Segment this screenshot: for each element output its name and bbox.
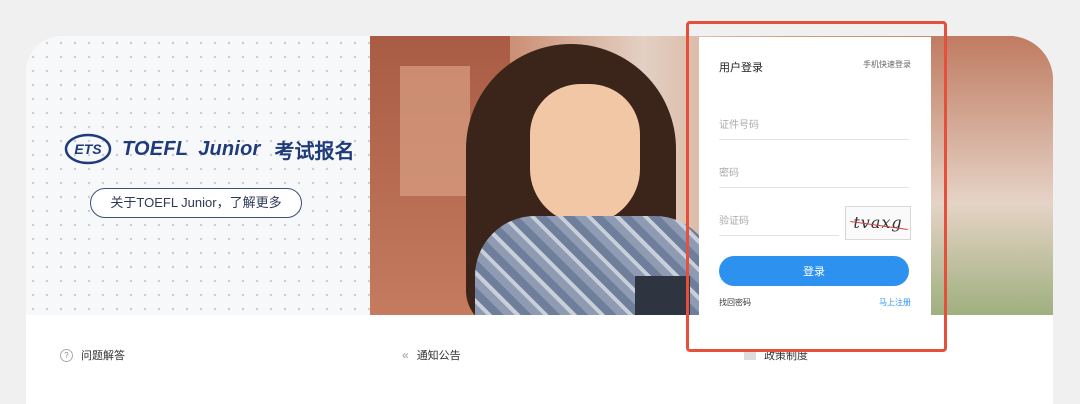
hero-photo-edge <box>931 36 1053 315</box>
svg-text:ETS: ETS <box>74 141 102 157</box>
ets-logo-icon: ETS <box>64 133 112 165</box>
highlight-box <box>686 21 947 352</box>
brand-logo: ETS TOEFL Junior 考试报名 <box>64 132 355 166</box>
notice-label: 通知公告 <box>416 350 461 362</box>
question-icon: ? <box>60 348 73 362</box>
junior-text: Junior <box>198 137 261 160</box>
faq-link[interactable]: ? 问题解答 <box>60 347 125 363</box>
toefl-text: TOEFL <box>122 137 189 160</box>
notice-link[interactable]: « 通知公告 <box>402 347 461 363</box>
brand-panel: ETS TOEFL Junior 考试报名 关于TOEFL Junior，了解更… <box>26 36 370 315</box>
about-toefl-junior-button[interactable]: 关于TOEFL Junior，了解更多 <box>90 188 302 218</box>
exam-registration-title: 考试报名 <box>274 140 355 163</box>
double-chevron-icon: « <box>402 348 409 362</box>
faq-label: 问题解答 <box>81 350 125 362</box>
